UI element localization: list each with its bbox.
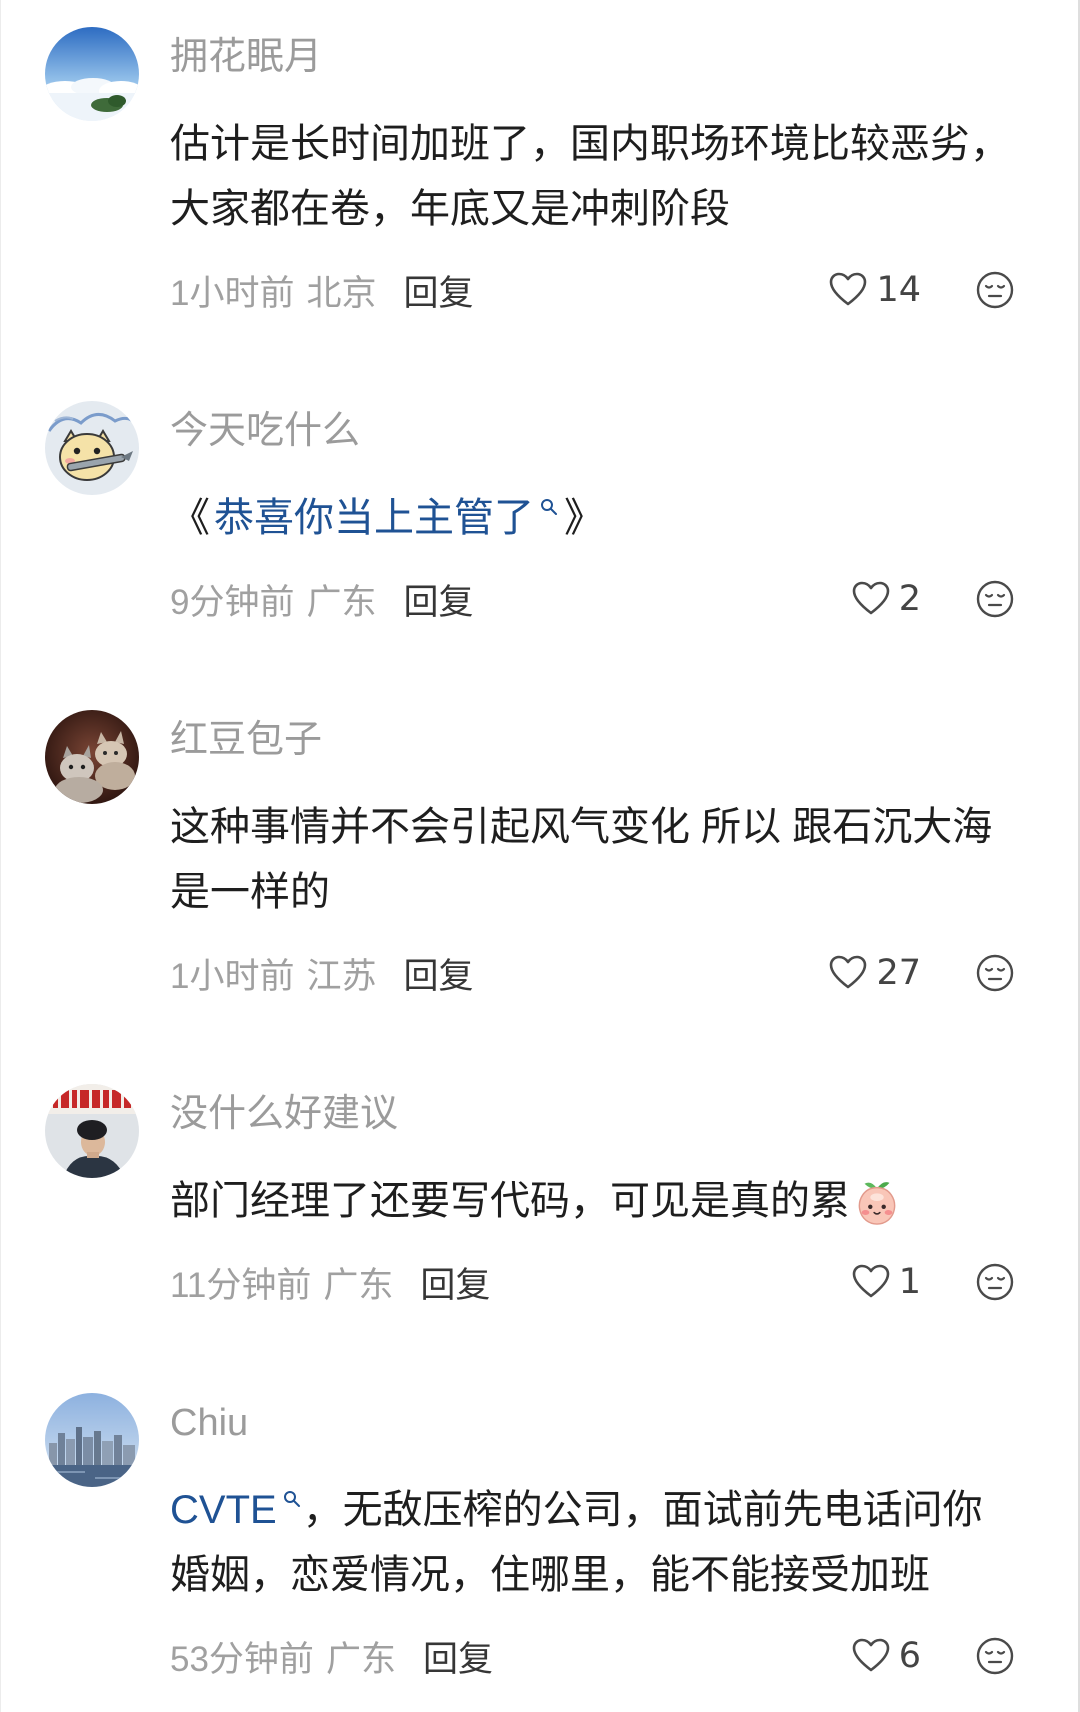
like-count: 2 [898, 579, 921, 619]
reply-button[interactable]: 回复 [403, 948, 473, 999]
comment-item: 红豆包子 这种事情并不会引起风气变化 所以 跟石沉大海 是一样的 1小时前 江苏… [1, 683, 1078, 1057]
comment-line: 是一样的 [170, 860, 1078, 925]
location: 江苏 [306, 956, 377, 996]
timestamp: 1小时前 [170, 273, 295, 313]
avatar[interactable] [45, 1393, 139, 1487]
comment-line: 《 恭喜你当上主管了 》 [170, 486, 1078, 551]
comment-text-segment: 《 [170, 496, 210, 540]
comment-text: 部门经理了还要写代码，可见是真的累 [170, 1169, 1078, 1234]
comment-list: 拥花眠月 估计是长时间加班了，国内职场环境比较恶劣， 大家都在卷，年底又是冲刺阶… [0, 0, 1080, 1712]
like-button[interactable]: 6 [851, 1631, 921, 1681]
like-button[interactable]: 2 [851, 574, 921, 624]
avatar[interactable] [45, 710, 139, 804]
neutral-face-icon[interactable] [975, 579, 1015, 619]
username[interactable]: 今天吃什么 [170, 406, 1078, 456]
comment-meta: 53分钟前 广东 回复 6 [170, 1631, 1078, 1681]
neutral-face-icon[interactable] [975, 953, 1015, 993]
comment-meta: 9分钟前 广东 回复 2 [170, 574, 1078, 624]
reply-button[interactable]: 回复 [403, 574, 473, 625]
neutral-face-icon[interactable] [975, 270, 1015, 310]
comment-item: 没什么好建议 部门经理了还要写代码，可见是真的累 11分钟前 广东 回复 1 [1, 1057, 1078, 1366]
avatar[interactable] [45, 1084, 139, 1178]
search-icon[interactable] [283, 1490, 301, 1508]
comment-text-segment: ，无敌压榨的公司，面试前先电话问你 [302, 1488, 983, 1532]
location: 北京 [306, 273, 377, 313]
comment-line: 估计是长时间加班了，国内职场环境比较恶劣， [170, 112, 1078, 177]
heart-outline-icon [828, 953, 868, 993]
location: 广东 [325, 1639, 396, 1679]
timestamp: 1小时前 [170, 956, 295, 996]
heart-outline-icon [851, 579, 891, 619]
timestamp: 11分钟前 [170, 1265, 312, 1305]
comment-line: CVTE ，无敌压榨的公司，面试前先电话问你 [170, 1478, 1078, 1543]
comment-text-segment: 这种事情并不会引起风气变化 所以 跟石沉大海 [170, 805, 993, 849]
heart-outline-icon [851, 1636, 891, 1676]
timestamp: 9分钟前 [170, 582, 295, 622]
like-button[interactable]: 1 [851, 1257, 921, 1307]
reply-button[interactable]: 回复 [420, 1257, 490, 1308]
comment-text: CVTE ，无敌压榨的公司，面试前先电话问你 婚姻，恋爱情况，住哪里，能不能接受… [170, 1478, 1078, 1608]
comment-text-segment: 部门经理了还要写代码，可见是真的累 [170, 1179, 850, 1223]
comment-item: 今天吃什么 《 恭喜你当上主管了 》 9分钟前 广东 回复 2 [1, 374, 1078, 683]
location: 广东 [306, 582, 377, 622]
username[interactable]: Chiu [170, 1398, 1078, 1448]
heart-outline-icon [828, 270, 868, 310]
comment-text-segment: 是一样的 [170, 870, 330, 914]
comment-meta: 1小时前 江苏 回复 27 [170, 948, 1078, 998]
neutral-face-icon[interactable] [975, 1636, 1015, 1676]
comment-meta: 11分钟前 广东 回复 1 [170, 1257, 1078, 1307]
like-button[interactable]: 14 [828, 265, 921, 315]
topic-link[interactable]: CVTE [170, 1478, 277, 1543]
comment-text-segment: 大家都在卷，年底又是冲刺阶段 [170, 187, 730, 231]
like-count: 1 [898, 1262, 921, 1302]
comment-line: 部门经理了还要写代码，可见是真的累 [170, 1169, 1078, 1234]
comment-text-segment: 》 [564, 496, 604, 540]
comment-text: 估计是长时间加班了，国内职场环境比较恶劣， 大家都在卷，年底又是冲刺阶段 [170, 112, 1078, 242]
neutral-face-icon[interactable] [975, 1262, 1015, 1302]
reply-button[interactable]: 回复 [403, 265, 473, 316]
comment-text-segment: 估计是长时间加班了，国内职场环境比较恶劣， [170, 122, 1010, 166]
comment-text: 《 恭喜你当上主管了 》 [170, 486, 1078, 551]
comment-text-segment: 婚姻，恋爱情况，住哪里，能不能接受加班 [170, 1553, 930, 1597]
comment-line: 婚姻，恋爱情况，住哪里，能不能接受加班 [170, 1543, 1078, 1608]
username[interactable]: 没什么好建议 [170, 1089, 1078, 1139]
comment-meta: 1小时前 北京 回复 14 [170, 265, 1078, 315]
comment-item: Chiu CVTE ，无敌压榨的公司，面试前先电话问你 婚姻，恋爱情况，住哪里，… [1, 1366, 1078, 1681]
timestamp: 53分钟前 [170, 1639, 314, 1679]
heart-outline-icon [851, 1262, 891, 1302]
comment-line: 这种事情并不会引起风气变化 所以 跟石沉大海 [170, 795, 1078, 860]
topic-link[interactable]: 恭喜你当上主管了 [214, 486, 534, 551]
reply-button[interactable]: 回复 [423, 1631, 493, 1682]
search-icon[interactable] [540, 498, 558, 516]
avatar[interactable] [45, 27, 139, 121]
comment-item: 拥花眠月 估计是长时间加班了，国内职场环境比较恶劣， 大家都在卷，年底又是冲刺阶… [1, 0, 1078, 374]
comment-line: 大家都在卷，年底又是冲刺阶段 [170, 177, 1078, 242]
username[interactable]: 拥花眠月 [170, 32, 1078, 82]
location: 广东 [323, 1265, 394, 1305]
peach-face-emoji [854, 1178, 900, 1226]
like-count: 14 [876, 270, 921, 310]
like-count: 6 [898, 1636, 921, 1676]
username[interactable]: 红豆包子 [170, 715, 1078, 765]
comment-text: 这种事情并不会引起风气变化 所以 跟石沉大海 是一样的 [170, 795, 1078, 925]
like-button[interactable]: 27 [828, 948, 921, 998]
avatar[interactable] [45, 401, 139, 495]
like-count: 27 [876, 953, 921, 993]
